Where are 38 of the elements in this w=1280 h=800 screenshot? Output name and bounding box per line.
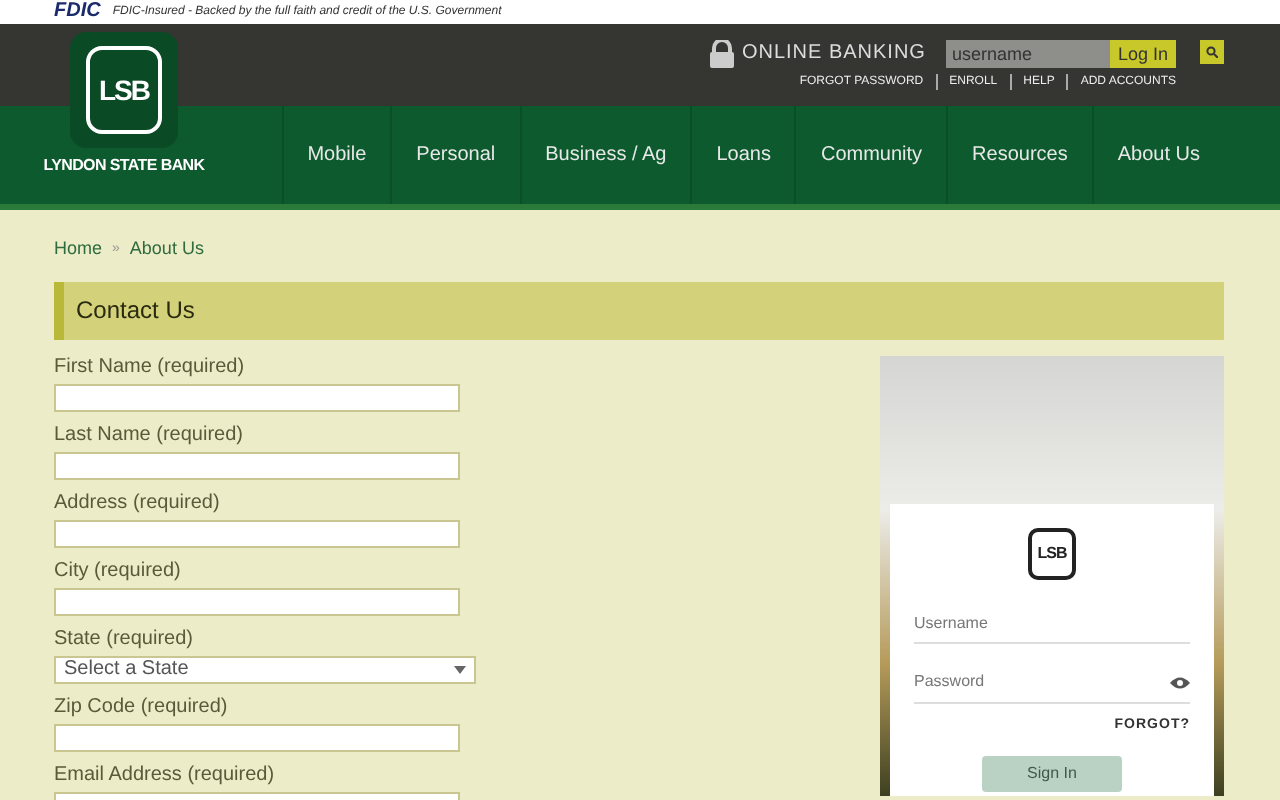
- bank-logo: LSB: [70, 32, 178, 148]
- input-field[interactable]: [54, 587, 460, 615]
- input-field[interactable]: [54, 451, 460, 479]
- input-field[interactable]: [54, 519, 460, 547]
- password-field[interactable]: Password: [914, 663, 1190, 703]
- nav-item[interactable]: Resources: [946, 106, 1092, 204]
- nav-item[interactable]: Personal: [390, 106, 520, 204]
- search-button[interactable]: [1200, 40, 1224, 64]
- state-select[interactable]: Select a State: [54, 655, 476, 683]
- bank-name: LYNDON STATE BANK: [43, 156, 205, 176]
- nav-item[interactable]: Business / Ag: [519, 106, 691, 204]
- nav-item[interactable]: Loans: [690, 106, 795, 204]
- online-banking-title: ONLINE BANKING: [741, 40, 926, 68]
- nav-item[interactable]: Community: [794, 106, 947, 204]
- eye-icon: [1170, 675, 1190, 689]
- field-label: Last Name (required): [54, 423, 245, 447]
- login-button[interactable]: Log In: [1109, 39, 1176, 67]
- field-label: City (required): [54, 559, 183, 583]
- nav-item[interactable]: Mobile: [281, 106, 391, 204]
- bank-logo: LSB: [1028, 527, 1076, 579]
- nav-item[interactable]: About Us: [1091, 106, 1224, 204]
- input-field[interactable]: [54, 723, 460, 751]
- field-label: First Name (required): [54, 355, 247, 379]
- username-field[interactable]: Username: [914, 603, 1190, 643]
- field-label: Email Address (required): [54, 763, 277, 787]
- chevron-down-icon: [454, 665, 466, 673]
- breadcrumb-link[interactable]: Home: [54, 236, 103, 263]
- lock-icon: [709, 39, 734, 67]
- username-field[interactable]: username: [945, 39, 1110, 67]
- page-title-bar: Contact Us: [54, 281, 1224, 339]
- sign-in-button[interactable]: Sign In: [982, 756, 1122, 792]
- field-label: State (required): [54, 627, 195, 651]
- breadcrumb-link[interactable]: About Us: [129, 236, 204, 263]
- field-label: Zip Code (required): [54, 695, 230, 719]
- search-icon: [1206, 46, 1218, 58]
- fdic-logo: FDIC: [54, 0, 101, 24]
- input-field[interactable]: [54, 383, 460, 411]
- field-label: Address (required): [54, 491, 222, 515]
